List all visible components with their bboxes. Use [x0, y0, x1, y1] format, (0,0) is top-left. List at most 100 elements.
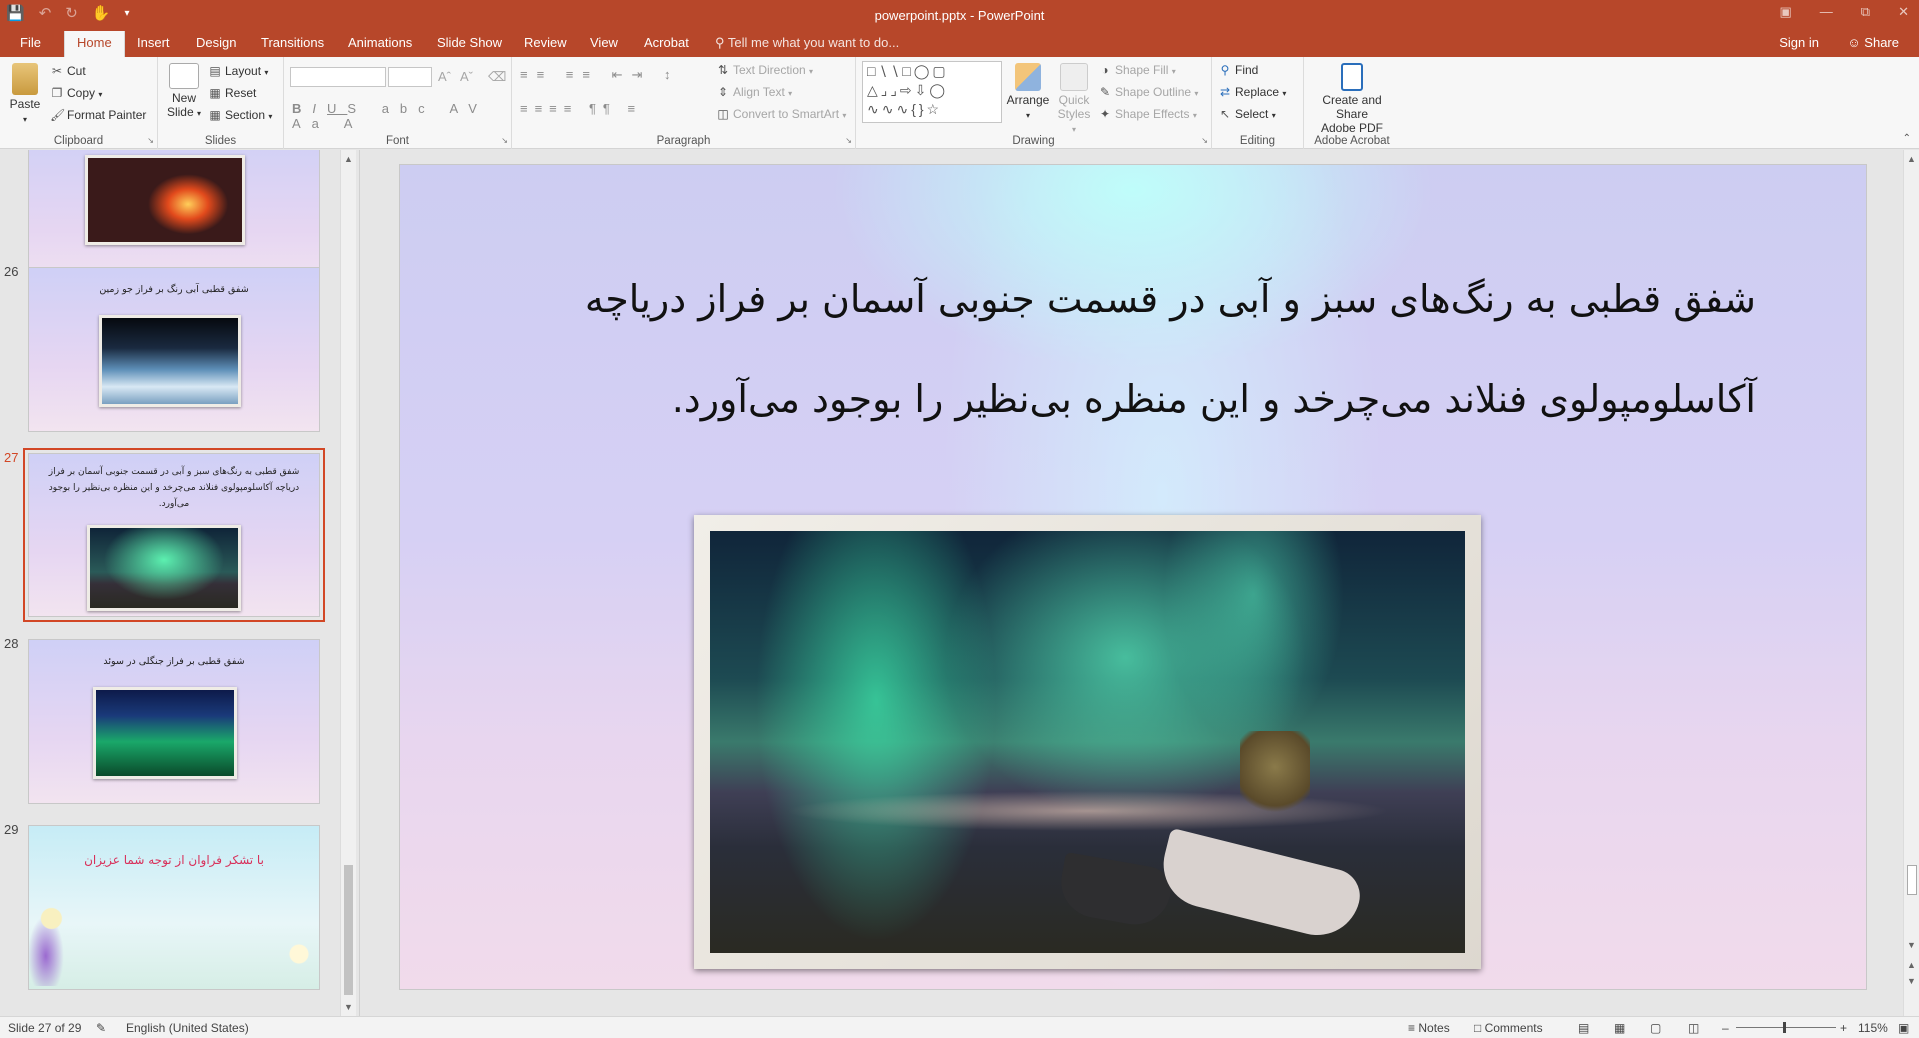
tab-review[interactable]: Review	[524, 35, 567, 50]
slide-sorter-icon[interactable]: ▦	[1614, 1021, 1625, 1035]
select-button[interactable]: ↖ Select ▾	[1218, 107, 1276, 121]
new-slide-button[interactable]: New Slide ▾	[164, 63, 204, 121]
pdf-icon	[1341, 63, 1363, 91]
text-direction-button[interactable]: ⇅ Text Direction ▾	[716, 63, 813, 77]
slide-thumbnail-29[interactable]: با تشکر فراوان از توجه شما عزیزان	[28, 825, 320, 990]
slide-thumbnail-27[interactable]: شفق قطبی به رنگ‌های سبز و آبی در قسمت جن…	[23, 448, 325, 622]
font-launcher-icon[interactable]: ↘	[501, 136, 508, 145]
slide-number: 29	[4, 822, 19, 837]
slide-number: 26	[4, 264, 19, 279]
clipboard-label: Clipboard	[53, 135, 104, 147]
zoom-in-icon[interactable]: +	[1840, 1021, 1847, 1035]
tab-file[interactable]: File	[20, 35, 41, 50]
paragraph-launcher-icon[interactable]: ↘	[845, 136, 852, 145]
slide-title[interactable]: شفق قطبی به رنگ‌های سبز و آبی در قسمت جن…	[480, 273, 1756, 425]
sign-in-link[interactable]: Sign in	[1779, 35, 1819, 50]
convert-smartart-button[interactable]: ◫ Convert to SmartArt ▾	[716, 107, 846, 121]
decrease-font-icon[interactable]: Aˇ	[460, 69, 473, 84]
slide-thumbnail-28[interactable]: شفق قطبی بر فراز جنگلی در سوئد	[28, 639, 320, 804]
zoom-out-icon[interactable]: –	[1722, 1021, 1729, 1035]
copy-button[interactable]: ❐ Copy ▾	[50, 86, 103, 100]
scroll-up-icon[interactable]: ▲	[1907, 154, 1916, 164]
ribbon-display-icon[interactable]: ▣	[1780, 4, 1792, 20]
shapes-gallery[interactable]: □∖∖□◯▢ △⌟⌟⇨⇩◯ ∿∿∿{}☆	[862, 61, 1002, 123]
close-icon[interactable]: ✕	[1898, 4, 1909, 20]
next-slide-icon[interactable]: ▼	[1907, 976, 1916, 986]
clear-formatting-icon[interactable]: ⌫	[488, 69, 506, 85]
slide-count: Slide 27 of 29	[8, 1021, 82, 1035]
increase-font-icon[interactable]: Aˆ	[438, 69, 451, 84]
scroll-up-icon[interactable]: ▲	[344, 154, 353, 164]
cut-button[interactable]: ✂ Cut	[50, 64, 86, 78]
slide-picture-frame[interactable]	[694, 515, 1481, 969]
drawing-launcher-icon[interactable]: ↘	[1201, 136, 1208, 145]
minimize-icon[interactable]: —	[1820, 4, 1833, 20]
tell-me-search[interactable]: ⚲ Tell me what you want to do...	[715, 35, 899, 51]
quick-styles-button[interactable]: Quick Styles ▾	[1054, 63, 1094, 137]
thumbnail-image	[99, 315, 241, 407]
alignment-buttons[interactable]: ≡≡≡≡ ¶¶ ≡	[520, 101, 642, 116]
status-bar: Slide 27 of 29 ✎ English (United States)…	[0, 1016, 1919, 1038]
flowers-decoration	[29, 836, 85, 986]
scrollbar-thumb[interactable]	[1907, 865, 1917, 895]
reset-button[interactable]: ▦ Reset	[208, 86, 256, 100]
aurora-photo	[710, 531, 1465, 953]
align-text-button[interactable]: ⇕ Align Text ▾	[716, 85, 792, 99]
language[interactable]: English (United States)	[126, 1021, 249, 1035]
tab-slideshow[interactable]: Slide Show	[437, 35, 502, 50]
tab-insert[interactable]: Insert	[137, 35, 170, 50]
tab-acrobat[interactable]: Acrobat	[644, 35, 689, 50]
flowers-decoration	[279, 906, 319, 986]
slideshow-icon[interactable]: ◫	[1688, 1021, 1699, 1035]
layout-button[interactable]: ▤ Layout ▾	[208, 64, 268, 78]
shape-effects-button[interactable]: ✦ Shape Effects ▾	[1098, 107, 1197, 121]
tab-animations[interactable]: Animations	[348, 35, 412, 50]
notes-button[interactable]: ≡ Notes	[1408, 1021, 1450, 1035]
thumbnail-pane: 26 شفق قطبی آبی رنگ بر فراز جو زمین 27 ش…	[0, 150, 360, 1016]
create-share-pdf-button[interactable]: Create and Share Adobe PDF	[1306, 63, 1398, 135]
arrange-button[interactable]: Arrange ▾	[1004, 63, 1052, 123]
find-button[interactable]: ⚲ Find	[1218, 63, 1259, 77]
zoom-slider[interactable]	[1736, 1027, 1836, 1028]
tab-design[interactable]: Design	[196, 35, 236, 50]
font-group: Aˆ Aˇ ⌫ BIUS abc AV Aa A Font ↘	[284, 57, 512, 149]
scissors-icon: ✂	[51, 64, 63, 78]
slide-thumbnail-26[interactable]: شفق قطبی آبی رنگ بر فراز جو زمین	[28, 267, 320, 432]
section-button[interactable]: ▦ Section ▾	[208, 108, 272, 122]
comments-button[interactable]: □ Comments	[1474, 1021, 1543, 1035]
comment-icon: □	[1474, 1021, 1482, 1035]
font-name-combo[interactable]	[290, 67, 386, 87]
notes-icon: ≡	[1408, 1021, 1416, 1035]
previous-slide-icon[interactable]: ▲	[1907, 960, 1916, 970]
collapse-ribbon-icon[interactable]: ⌃	[1903, 133, 1911, 144]
share-button[interactable]: ☺ Share	[1847, 35, 1899, 50]
scroll-down-icon[interactable]: ▼	[1907, 940, 1916, 950]
format-painter-button[interactable]: 🖌 Format Painter	[50, 108, 146, 122]
paste-button[interactable]: Paste ▾	[6, 63, 44, 127]
tab-view[interactable]: View	[590, 35, 618, 50]
tab-home[interactable]: Home	[64, 31, 125, 57]
restore-icon[interactable]: ⧉	[1861, 4, 1870, 20]
slide-scrollbar[interactable]: ▲ ▼ ▲ ▼	[1903, 150, 1919, 1016]
replace-button[interactable]: ⇄ Replace ▾	[1218, 85, 1286, 99]
tab-transitions[interactable]: Transitions	[261, 35, 324, 50]
scrollbar-thumb[interactable]	[344, 865, 353, 995]
zoom-slider-thumb[interactable]	[1783, 1022, 1786, 1033]
normal-view-icon[interactable]: ▤	[1578, 1021, 1589, 1035]
acrobat-group: Create and Share Adobe PDF Adobe Acrobat	[1304, 57, 1400, 149]
list-buttons[interactable]: ≡≡ ≡≡ ⇤⇥ ↕	[520, 67, 679, 83]
thumbnail-scrollbar[interactable]: ▲ ▼	[340, 150, 356, 1016]
spellcheck-icon[interactable]: ✎	[96, 1021, 106, 1035]
fit-slide-icon[interactable]: ▣	[1898, 1021, 1909, 1035]
clipboard-launcher-icon[interactable]: ↘	[147, 136, 154, 145]
title-bar: 💾 ↶ ↻ ✋ ▾ powerpoint.pptx - PowerPoint ▣…	[0, 0, 1919, 31]
font-format-buttons[interactable]: BIUS abc AV Aa A	[292, 101, 511, 131]
zoom-level[interactable]: 115%	[1858, 1021, 1888, 1035]
shape-fill-button[interactable]: ◑ Shape Fill ▾	[1098, 63, 1175, 77]
ribbon: Paste ▾ ✂ Cut ❐ Copy ▾ 🖌 Format Painter Clip…	[0, 57, 1919, 149]
current-slide[interactable]: شفق قطبی به رنگ‌های سبز و آبی در قسمت جن…	[399, 164, 1867, 990]
reading-view-icon[interactable]: ▢	[1650, 1021, 1661, 1035]
shape-outline-button[interactable]: ✎ Shape Outline ▾	[1098, 85, 1198, 99]
font-size-combo[interactable]	[388, 67, 432, 87]
scroll-down-icon[interactable]: ▼	[344, 1002, 353, 1012]
